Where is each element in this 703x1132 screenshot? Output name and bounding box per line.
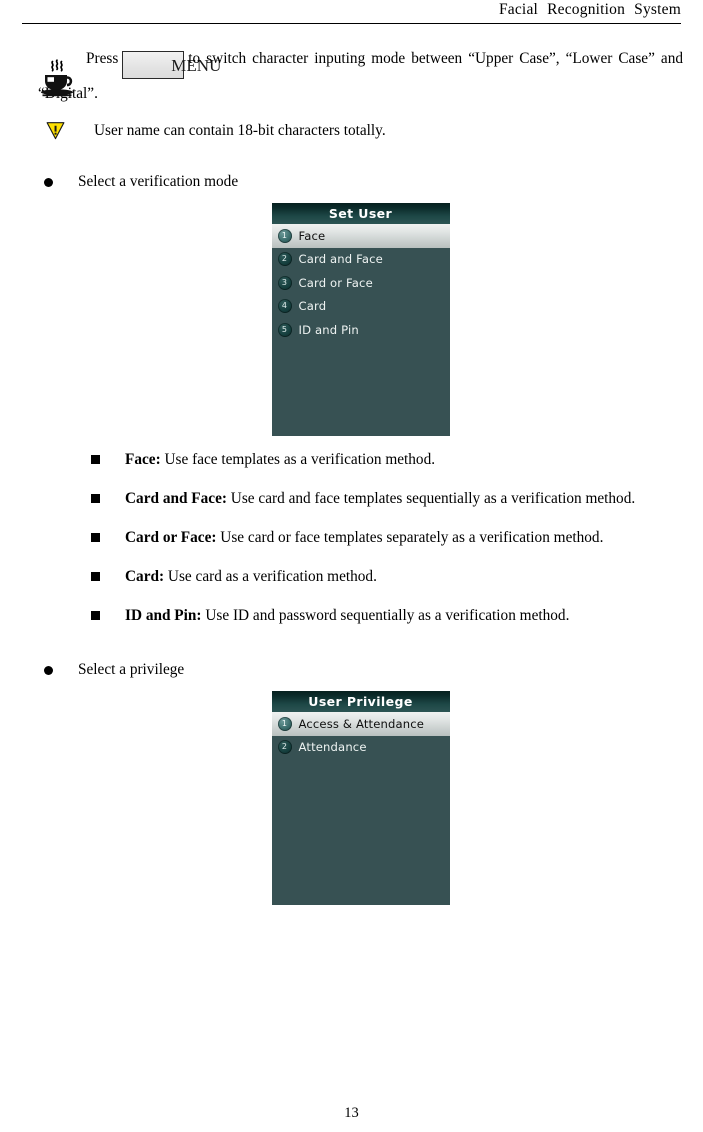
- menu-item-label: Card or Face: [298, 275, 373, 290]
- section-heading-verification-mode: Select a verification mode: [38, 171, 683, 193]
- note-line: User name can contain 18-bit characters …: [38, 119, 683, 143]
- menu-item-label: Access & Attendance: [298, 716, 425, 731]
- menu-list-user-privilege: 1 Access & Attendance 2 Attendance: [271, 712, 450, 760]
- screen-title-user-privilege: User Privilege: [271, 691, 450, 712]
- section-heading-privilege: Select a privilege: [38, 659, 683, 681]
- description-text: Use face templates as a verification met…: [160, 451, 436, 468]
- menu-item-label: ID and Pin: [298, 322, 359, 337]
- coffee-cup-icon: [41, 59, 73, 97]
- note-text: User name can contain 18-bit characters …: [94, 122, 386, 139]
- list-item: Card or Face: Use card or face templates…: [38, 522, 683, 553]
- page-header: Facial Recognition System: [22, 0, 681, 24]
- description-term: Card or Face:: [125, 529, 217, 546]
- tip-text-before: Press: [86, 50, 119, 67]
- badge-number-3: 3: [277, 275, 292, 290]
- description-term: ID and Pin:: [125, 607, 202, 624]
- tip-paragraph: Press MENUto switch character inputing mo…: [38, 44, 683, 109]
- description-term: Face:: [125, 451, 161, 468]
- section-heading-label: Select a privilege: [78, 661, 185, 678]
- screen-title-set-user: Set User: [271, 203, 450, 224]
- warning-triangle-icon: [46, 122, 65, 140]
- page-number: 13: [344, 1105, 359, 1121]
- tip-block: Press MENUto switch character inputing mo…: [38, 44, 683, 109]
- header-divider: [22, 23, 681, 24]
- page-content: Press MENUto switch character inputing mo…: [38, 30, 683, 905]
- menu-item-label: Attendance: [298, 740, 367, 755]
- badge-number-5: 5: [277, 322, 292, 337]
- menu-key-button[interactable]: MENU: [122, 51, 221, 79]
- description-term: Card and Face:: [125, 490, 227, 507]
- list-item: Card and Face: Use card and face templat…: [38, 483, 683, 514]
- description-text: Use ID and password sequentially as a ve…: [201, 607, 570, 624]
- description-term: Card:: [125, 568, 165, 585]
- header-title: Facial Recognition System: [498, 1, 681, 18]
- menu-item-label: Face: [298, 228, 326, 243]
- menu-item-id-and-pin[interactable]: 5 ID and Pin: [272, 318, 450, 342]
- menu-item-card-and-face[interactable]: 2 Card and Face: [272, 248, 450, 272]
- list-item: ID and Pin: Use ID and password sequenti…: [38, 600, 683, 631]
- menu-item-label: Card and Face: [298, 252, 383, 267]
- badge-number-1: 1: [277, 716, 292, 731]
- menu-item-card[interactable]: 4 Card: [272, 295, 450, 319]
- list-item: Card: Use card as a verification method.: [38, 561, 683, 592]
- menu-item-attendance[interactable]: 2 Attendance: [272, 736, 450, 760]
- description-text: Use card and face templates sequentially…: [226, 490, 636, 507]
- section-heading-label: Select a verification mode: [78, 173, 239, 190]
- device-screen-user-privilege: User Privilege 1 Access & Attendance 2 A…: [271, 691, 450, 905]
- list-item: Face: Use face templates as a verificati…: [38, 444, 683, 475]
- menu-item-card-or-face[interactable]: 3 Card or Face: [272, 271, 450, 295]
- badge-number-1: 1: [277, 228, 292, 243]
- menu-item-label: Card: [298, 299, 327, 314]
- device-screen-set-user: Set User 1 Face 2 Card and Face 3 Card o…: [271, 203, 450, 436]
- menu-item-face[interactable]: 1 Face: [271, 224, 450, 248]
- menu-item-access-and-attendance[interactable]: 1 Access & Attendance: [271, 712, 450, 736]
- badge-number-2: 2: [277, 252, 292, 267]
- menu-list-set-user: 1 Face 2 Card and Face 3 Card or Face 4 …: [271, 224, 450, 342]
- description-text: Use card as a verification method.: [164, 568, 377, 585]
- badge-number-2: 2: [277, 740, 292, 755]
- description-text: Use card or face templates separately as…: [216, 529, 604, 546]
- badge-number-4: 4: [277, 299, 292, 314]
- verification-mode-description-list: Face: Use face templates as a verificati…: [38, 444, 683, 631]
